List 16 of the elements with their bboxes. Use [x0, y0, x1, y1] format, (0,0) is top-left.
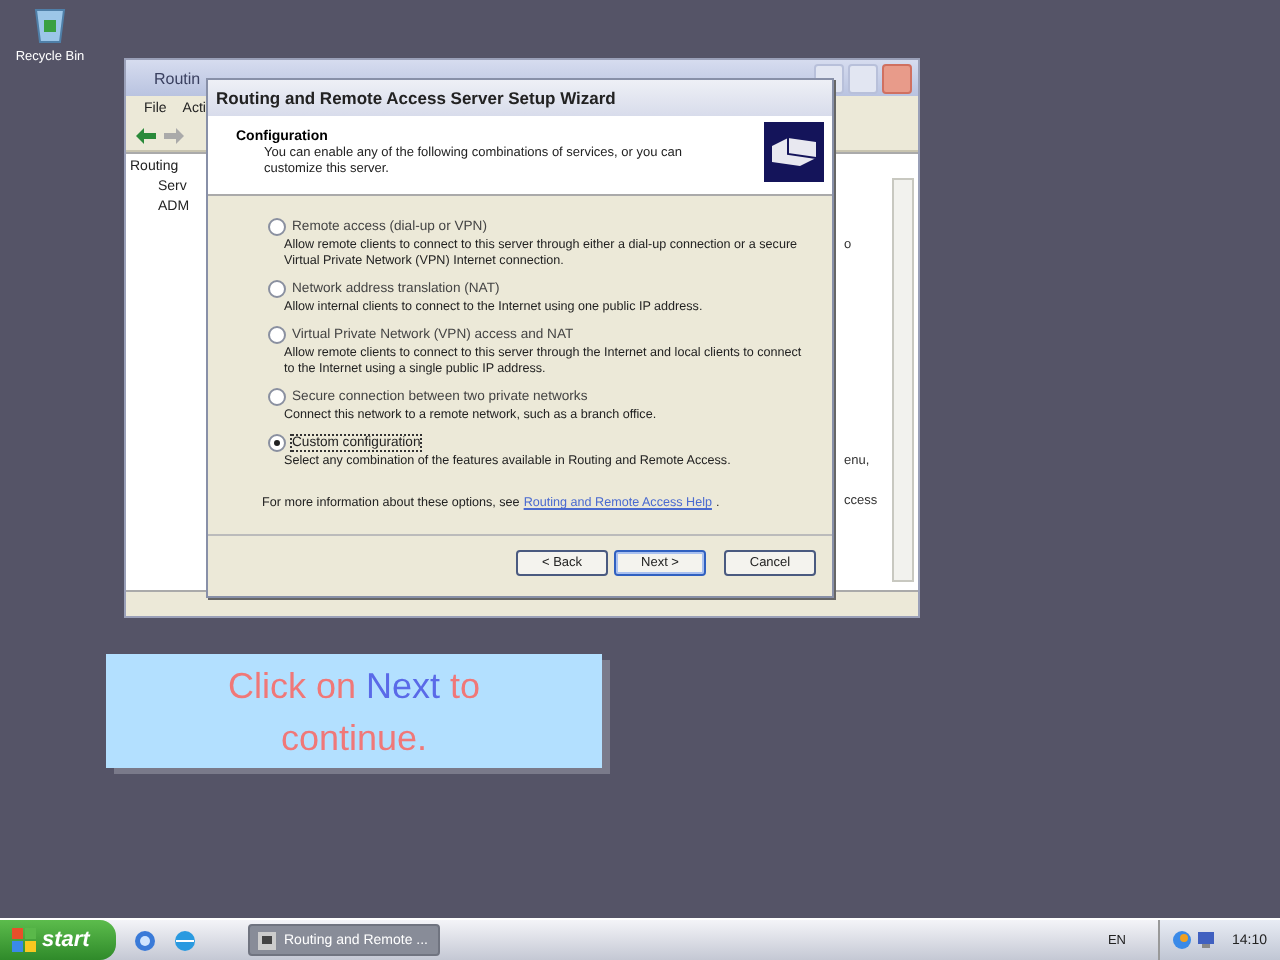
radio-button[interactable]: [268, 280, 286, 298]
network-icon[interactable]: [1172, 930, 1192, 950]
windows-logo-icon: [12, 928, 36, 952]
radio-button[interactable]: [268, 388, 286, 406]
dialog-title: Routing and Remote Access Server Setup Wizard: [216, 88, 616, 108]
window-title: Routin: [154, 69, 203, 87]
instruction-text: Click on Next to continue.: [225, 663, 483, 761]
radio-button[interactable]: [268, 218, 286, 236]
computer-icon[interactable]: [1196, 930, 1216, 950]
scrollbar[interactable]: [892, 178, 914, 582]
window-app-icon: [258, 931, 276, 949]
radio-button[interactable]: [268, 326, 286, 344]
forward-arrow-icon[interactable]: [164, 128, 184, 144]
close-button[interactable]: [882, 63, 912, 93]
radio-button[interactable]: [268, 434, 286, 452]
back-arrow-icon[interactable]: [136, 128, 156, 144]
